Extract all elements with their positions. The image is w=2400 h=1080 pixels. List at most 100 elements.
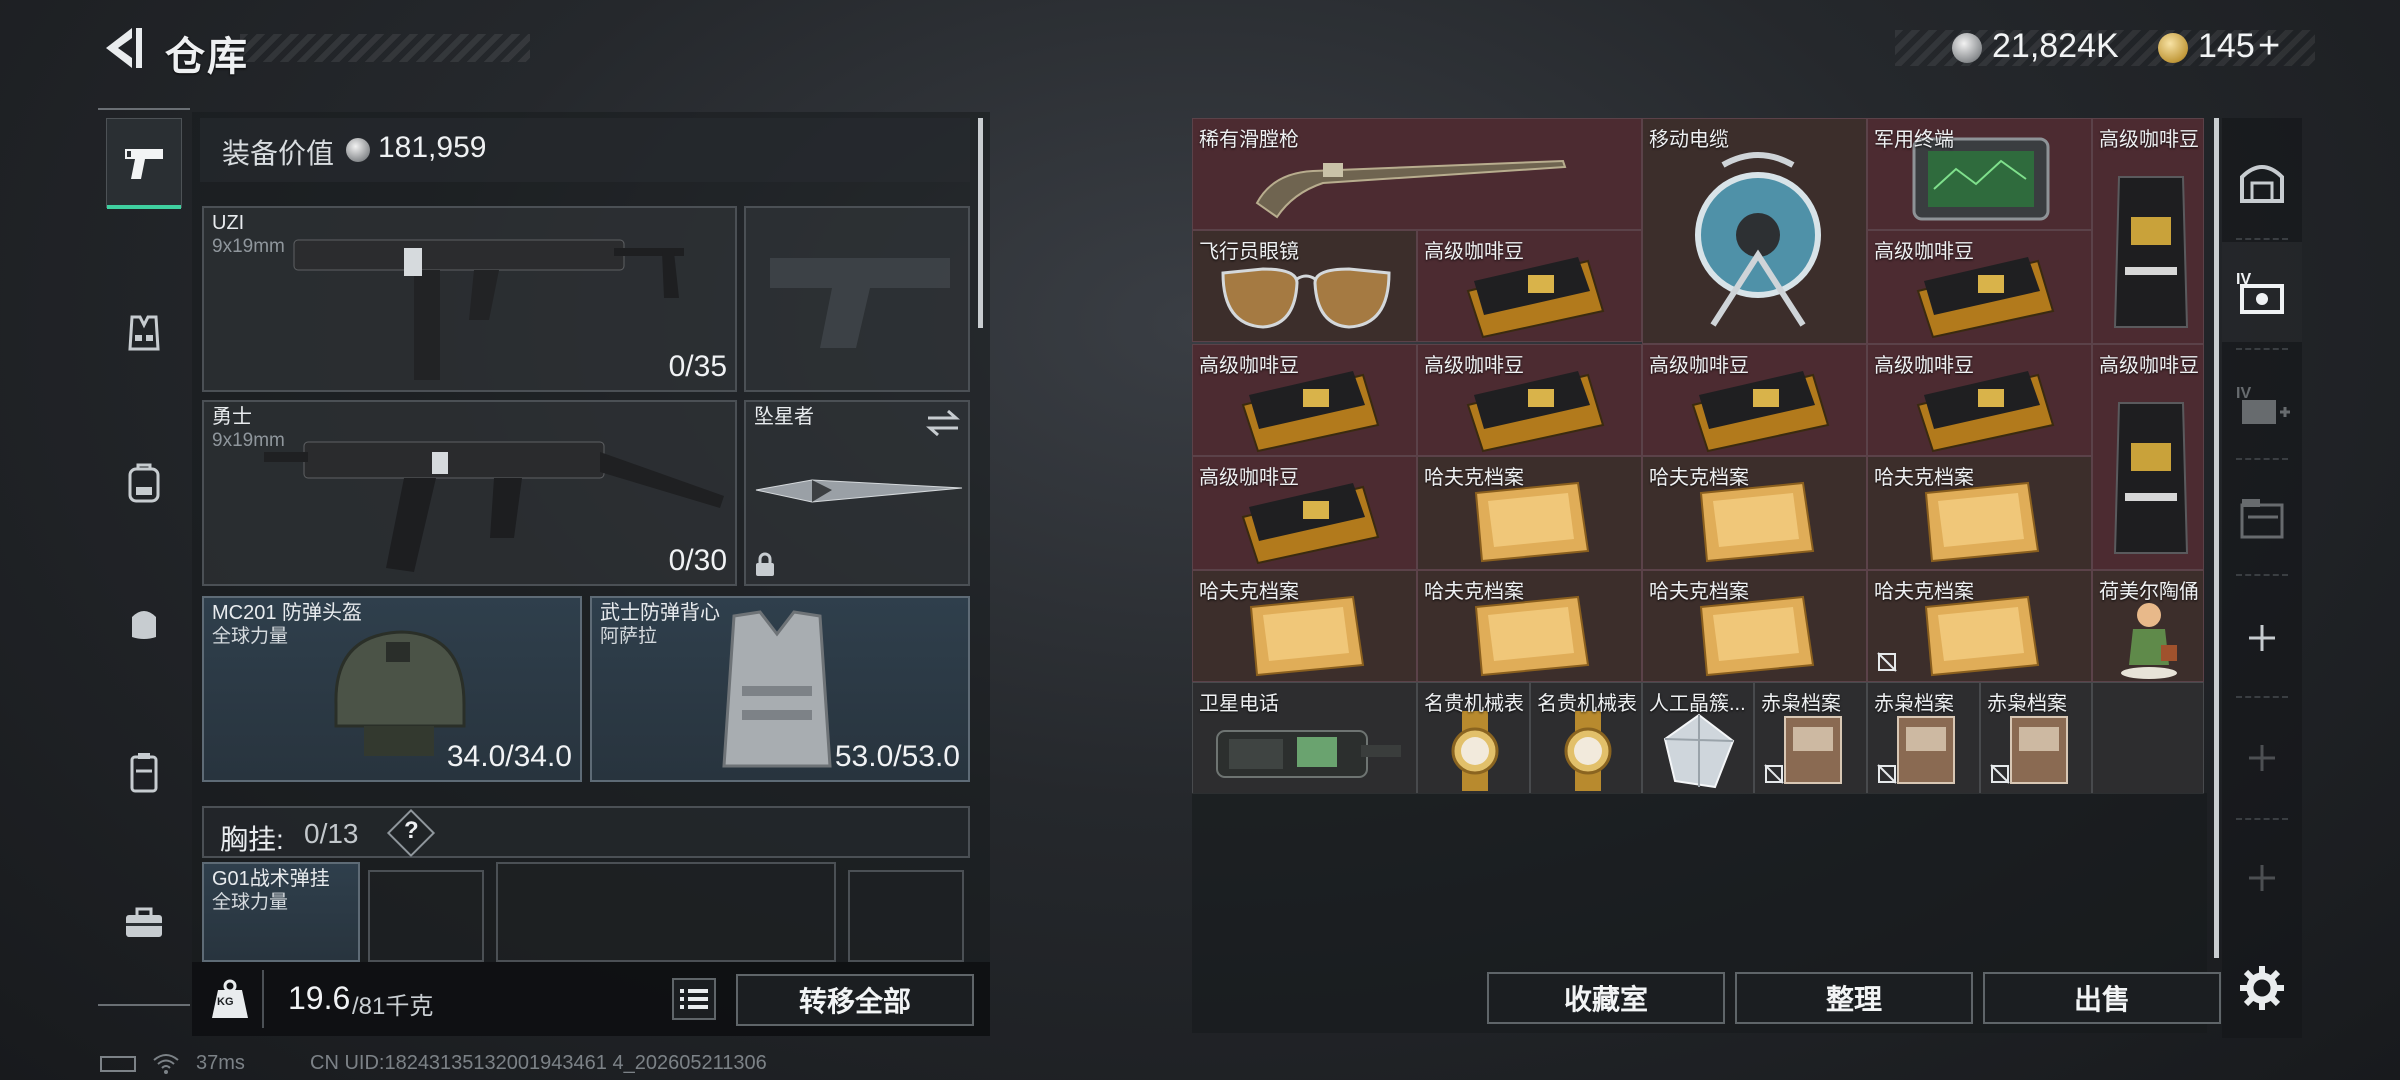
melee-weapon-name: 坠星者 [754,406,814,428]
storage-scrollbar[interactable] [2214,118,2219,958]
storage-empty-cell[interactable] [2092,682,2204,794]
primary-weapon-caliber: 9x19mm [212,236,285,257]
item-hafk-file[interactable]: 哈夫克档案 [1192,570,1417,682]
chest-rig-header: 胸挂: 0/13 ? [202,806,970,858]
item-premium-coffee[interactable]: 高级咖啡豆 [1192,456,1417,570]
file-folder-icon [1474,481,1590,563]
item-satellite-phone[interactable]: 卫星电话 [1192,682,1417,794]
coffee-pack-icon [1691,371,1830,453]
silver-coin-icon [1952,33,1982,63]
item-label: 哈夫克档案 [1199,581,1299,603]
category-pouch[interactable] [106,578,182,668]
item-hummel-figurine[interactable]: 荷美尔陶俑 [2092,570,2204,682]
item-luxury-watch[interactable]: 名贵机械表 [1417,682,1530,794]
vest-icon [128,315,160,351]
weight-max: /81千克 [352,993,434,1020]
back-button[interactable] [96,22,144,74]
rig-pocket-slot[interactable] [368,870,484,962]
item-premium-coffee[interactable]: 高级咖啡豆 [1417,230,1642,342]
item-hafk-file[interactable]: 哈夫克档案 [1867,570,2092,682]
collection-room-button[interactable]: 收藏室 [1487,972,1725,1024]
item-premium-coffee[interactable]: 高级咖啡豆 [1867,344,2092,456]
stash-home-icon [2240,165,2284,203]
gear-icon [2240,966,2284,1010]
list-view-button[interactable] [672,978,716,1020]
add-tab-button[interactable] [2222,828,2302,928]
item-premium-coffee[interactable]: 高级咖啡豆 [2092,344,2204,570]
add-tab-button[interactable] [2222,588,2302,688]
title-decoration [240,34,530,62]
equipment-value-label: 装备价值 [222,138,335,169]
tab-stash-locked[interactable] [2222,468,2302,568]
item-premium-coffee[interactable]: 高级咖啡豆 [1642,344,1867,456]
not-insured-icon [1990,764,2010,784]
item-label: 稀有滑膛枪 [1199,129,1299,151]
item-hafk-file[interactable]: 哈夫克档案 [1867,456,2092,570]
item-mobile-cable[interactable]: 移动电缆 [1642,118,1867,344]
equipment-scrollbar[interactable] [978,118,983,328]
document-box-icon [1897,716,1955,784]
item-premium-coffee[interactable]: 高级咖啡豆 [1867,230,2092,344]
pistol-icon [125,149,163,179]
helmet-slot[interactable]: MC201 防弹头盔 全球力量 34.0/34.0 [202,596,582,782]
add-tab-button[interactable] [2222,708,2302,808]
rail-separator [2236,818,2288,820]
category-case[interactable] [106,728,182,818]
item-label: 高级咖啡豆 [1649,355,1749,377]
sell-button[interactable]: 出售 [1983,972,2221,1024]
item-hafk-file[interactable]: 哈夫克档案 [1642,570,1867,682]
item-rare-musket[interactable]: 稀有滑膛枪 [1192,118,1642,230]
item-luxury-watch[interactable]: 名贵机械表 [1530,682,1642,794]
body-armor-slot[interactable]: 武士防弹背心 阿萨拉 53.0/53.0 [590,596,970,782]
item-military-terminal[interactable]: 军用终端 [1867,118,2092,230]
settings-button[interactable] [2222,938,2302,1038]
weight-current: 19.6 [288,980,351,1016]
item-aviator-glasses[interactable]: 飞行员眼镜 [1192,230,1417,342]
coffee-bag-icon [2113,176,2189,328]
category-backpack[interactable] [106,438,182,528]
item-redowl-file[interactable]: 赤枭档案 [1867,682,1980,794]
item-redowl-file[interactable]: 赤枭档案 [1754,682,1867,794]
tab-stash-add[interactable]: IV [2222,356,2302,456]
item-label: 高级咖啡豆 [1874,241,1974,263]
rig-pocket-slot[interactable] [496,862,836,962]
divider [262,970,264,1028]
melee-slot[interactable]: 坠星者 [744,400,970,586]
rig-pocket-slot[interactable] [848,870,964,962]
tab-stash-4[interactable]: IV [2222,242,2302,342]
pistol-slot[interactable] [744,206,970,392]
sort-button[interactable]: 整理 [1735,972,1973,1024]
container-icon [130,753,158,793]
helmet-faction: 全球力量 [212,626,289,647]
category-toolbox[interactable] [106,878,182,968]
item-redowl-file[interactable]: 赤枭档案 [1980,682,2092,794]
primary-weapon-slot[interactable]: UZI 9x19mm 0/35 [202,206,737,392]
item-premium-coffee[interactable]: 高级咖啡豆 [1192,344,1417,456]
lock-icon [756,552,774,576]
item-hafk-file[interactable]: 哈夫克档案 [1417,456,1642,570]
plus-icon [2249,625,2275,651]
secondary-weapon-slot[interactable]: 勇士 9x19mm 0/30 [202,400,737,586]
secondary-weapon-caliber: 9x19mm [212,430,285,451]
add-currency-button[interactable]: + [2258,25,2280,68]
item-hafk-file[interactable]: 哈夫克档案 [1642,456,1867,570]
tab-stash-home[interactable] [2222,130,2302,230]
category-weapons[interactable] [106,118,182,209]
rail-separator [2236,574,2288,576]
transfer-all-button[interactable]: 转移全部 [736,974,974,1026]
weight-icon-text: KG [217,996,234,1008]
item-label: 哈夫克档案 [1424,467,1524,489]
item-premium-coffee[interactable]: 高级咖啡豆 [1417,344,1642,456]
chest-rig-slot[interactable]: G01战术弹挂 全球力量 [202,862,360,962]
item-premium-coffee[interactable]: 高级咖啡豆 [2092,118,2204,344]
item-artificial-crystal[interactable]: 人工晶簇... [1642,682,1754,794]
item-label: 高级咖啡豆 [1424,241,1524,263]
rail-separator [2236,696,2288,698]
not-insured-icon [1877,652,1897,672]
category-vest[interactable] [106,288,182,378]
stash-box-icon: IV [2236,271,2284,314]
knife-icon [755,479,963,503]
swap-icon[interactable] [926,408,960,438]
item-hafk-file[interactable]: 哈夫克档案 [1417,570,1642,682]
item-label: 移动电缆 [1649,129,1729,151]
